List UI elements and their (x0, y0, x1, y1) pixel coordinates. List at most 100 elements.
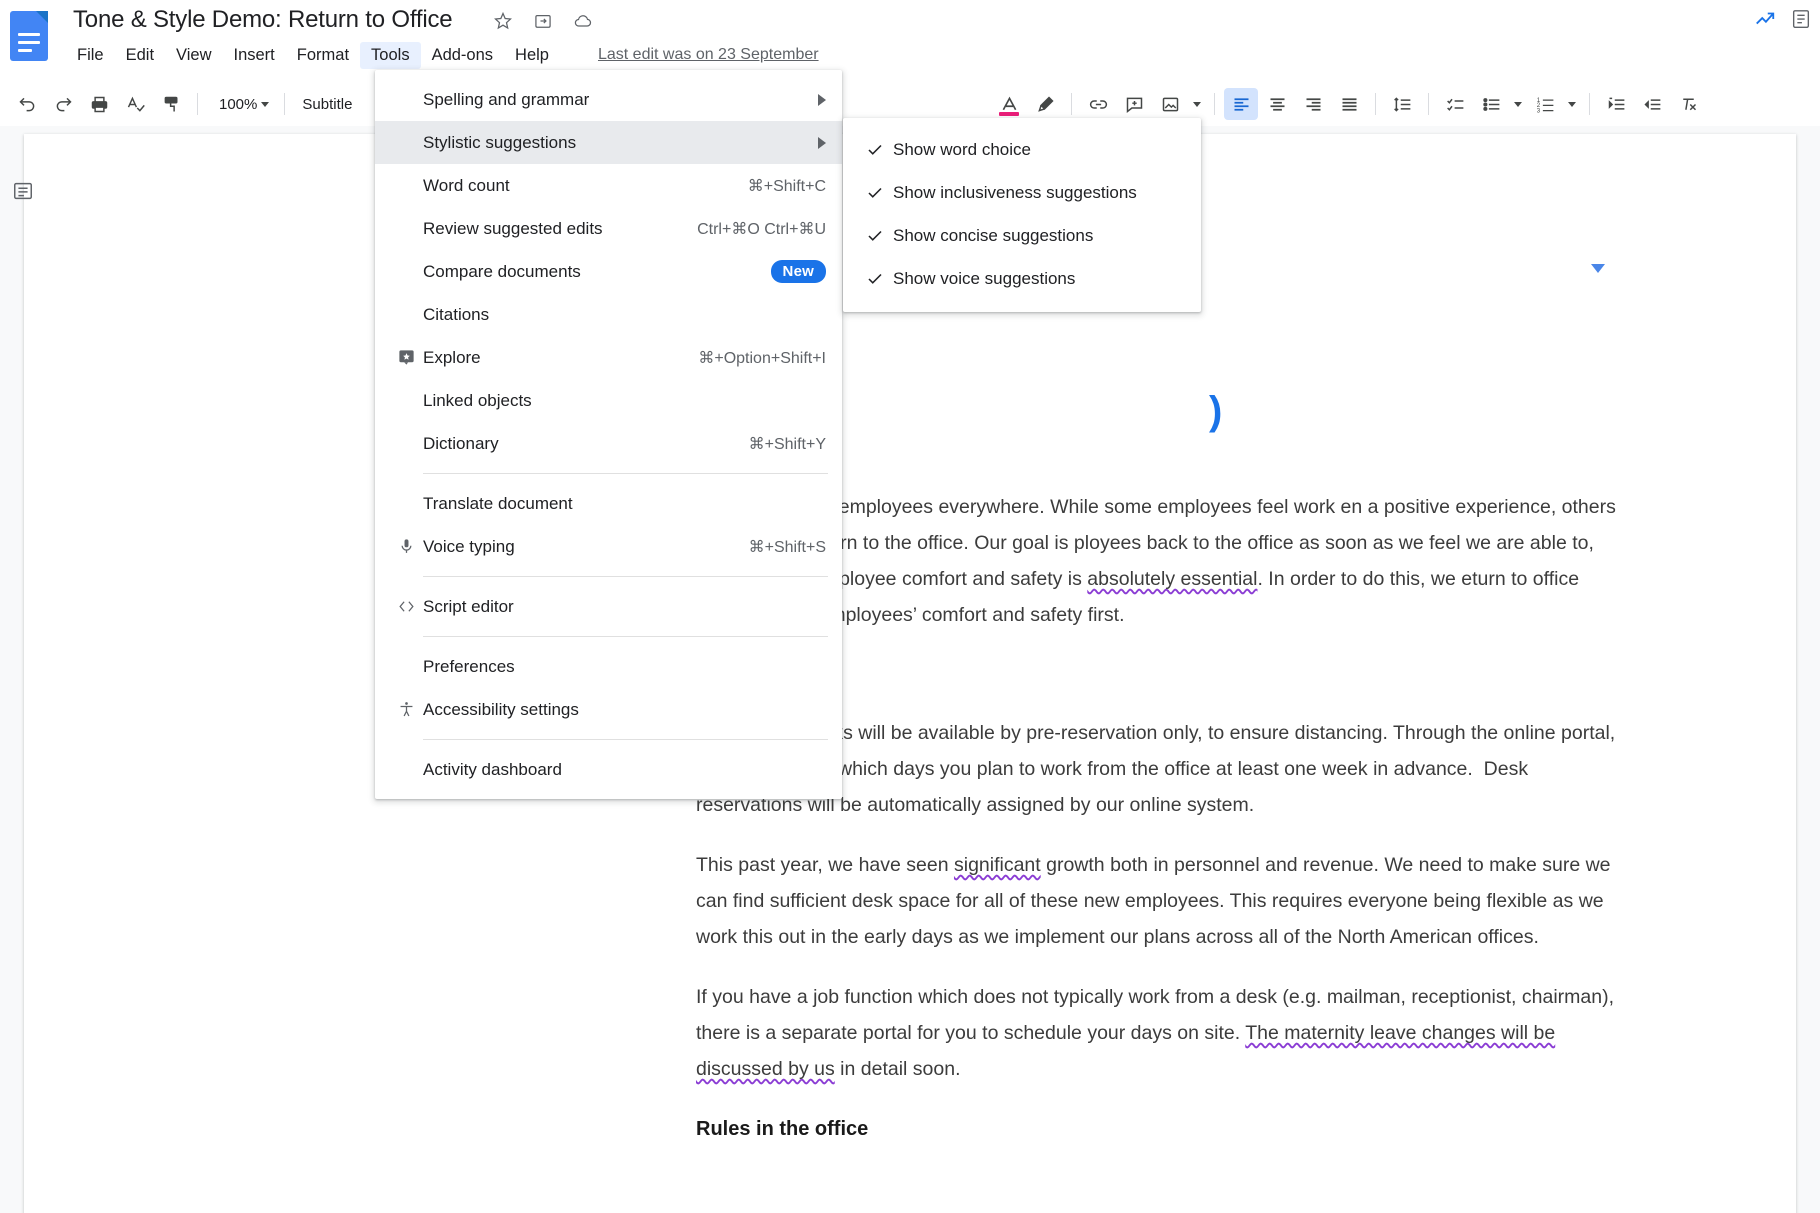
status-badge-new: New (771, 260, 826, 283)
check-icon (857, 184, 893, 202)
check-icon (857, 227, 893, 245)
check-icon (857, 141, 893, 159)
highlight-color-icon[interactable] (1028, 88, 1062, 120)
menu-item-word-count[interactable]: Word count ⌘+Shift+C (375, 164, 842, 207)
insert-link-icon[interactable] (1081, 88, 1115, 120)
menu-item-dictionary[interactable]: Dictionary ⌘+Shift+Y (375, 422, 842, 465)
submenu-item-show-inclusiveness-suggestions[interactable]: Show inclusiveness suggestions (843, 171, 1201, 214)
menu-item-spelling-and-grammar[interactable]: Spelling and grammar (375, 78, 842, 121)
menu-item-review-suggested-edits[interactable]: Review suggested edits Ctrl+⌘O Ctrl+⌘U (375, 207, 842, 250)
menu-tools[interactable]: Tools (360, 42, 421, 69)
menu-item-compare-documents[interactable]: Compare documents New (375, 250, 842, 293)
menu-edit[interactable]: Edit (115, 42, 165, 69)
toolbar-divider (1589, 93, 1590, 115)
menu-item-label: Stylistic suggestions (423, 133, 798, 153)
insert-image-icon[interactable] (1153, 88, 1187, 120)
top-bar: Tone & Style Demo: Return to Office File… (0, 0, 1820, 82)
spellcheck-icon[interactable] (118, 88, 152, 120)
decrease-indent-icon[interactable] (1599, 88, 1633, 120)
paragraph-style-selector[interactable]: Subtitle (294, 91, 360, 118)
top-right-icons (1754, 8, 1812, 30)
menu-item-label: Spelling and grammar (423, 90, 798, 110)
menu-item-label: Compare documents (423, 262, 751, 282)
menu-help[interactable]: Help (504, 42, 560, 69)
section-heading-2: Rules in the office (696, 1111, 1621, 1147)
undo-icon[interactable] (10, 88, 44, 120)
menu-item-label: Preferences (423, 657, 826, 677)
menu-item-activity-dashboard[interactable]: Activity dashboard (375, 748, 842, 791)
menu-addons[interactable]: Add-ons (421, 42, 504, 69)
add-comment-icon[interactable] (1117, 88, 1151, 120)
google-docs-window: Tone & Style Demo: Return to Office File… (0, 0, 1820, 1213)
comment-history-icon[interactable] (1790, 8, 1812, 30)
toolbar-divider (1375, 93, 1376, 115)
menu-item-label: Citations (423, 305, 826, 325)
align-center-icon[interactable] (1260, 88, 1294, 120)
submenu-item-label: Show word choice (893, 140, 1031, 160)
bulleted-list-icon[interactable] (1474, 88, 1508, 120)
align-left-icon[interactable] (1224, 88, 1258, 120)
star-icon[interactable] (492, 10, 514, 32)
redo-icon[interactable] (46, 88, 80, 120)
chevron-down-icon (261, 102, 269, 107)
paint-format-icon[interactable] (154, 88, 188, 120)
menu-insert[interactable]: Insert (223, 42, 286, 69)
chevron-down-icon (1568, 102, 1576, 107)
toolbar-divider (1428, 93, 1429, 115)
ruler-indent-marker[interactable] (1591, 264, 1605, 273)
menu-item-preferences[interactable]: Preferences (375, 645, 842, 688)
menu-item-label: Voice typing (423, 537, 729, 557)
page-title[interactable]: Tone & Style Demo: Return to Office (73, 6, 452, 34)
clear-formatting-icon[interactable] (1671, 88, 1705, 120)
move-folder-icon[interactable] (532, 10, 554, 32)
bulleted-list-dropdown[interactable] (1510, 88, 1526, 120)
insert-image-dropdown[interactable] (1189, 88, 1205, 120)
line-spacing-icon[interactable] (1385, 88, 1419, 120)
print-icon[interactable] (82, 88, 116, 120)
numbered-list-icon[interactable]: 123 (1528, 88, 1562, 120)
activity-trending-icon[interactable] (1754, 8, 1776, 30)
submenu-item-show-voice-suggestions[interactable]: Show voice suggestions (843, 257, 1201, 300)
menu-item-translate-document[interactable]: Translate document (375, 482, 842, 525)
numbered-list-dropdown[interactable] (1564, 88, 1580, 120)
menu-item-linked-objects[interactable]: Linked objects (375, 379, 842, 422)
text-color-icon[interactable] (992, 88, 1026, 120)
menu-item-explore[interactable]: Explore ⌘+Option+Shift+I (375, 336, 842, 379)
check-icon (857, 270, 893, 288)
menu-view[interactable]: View (165, 42, 222, 69)
submenu-arrow-icon (818, 94, 826, 106)
menu-item-accessibility-settings[interactable]: Accessibility settings (375, 688, 842, 731)
docs-logo-icon[interactable] (10, 11, 48, 61)
last-edit-link[interactable]: Last edit was on 23 September (598, 46, 819, 64)
stylistic-suggestion-2[interactable]: significant (954, 854, 1041, 876)
document-outline-icon[interactable] (8, 176, 38, 206)
align-right-icon[interactable] (1296, 88, 1330, 120)
menu-item-label: Script editor (423, 597, 826, 617)
align-justify-icon[interactable] (1332, 88, 1366, 120)
menu-item-script-editor[interactable]: Script editor (375, 585, 842, 628)
svg-text:3: 3 (1537, 107, 1541, 114)
menu-divider (423, 473, 828, 474)
submenu-item-show-concise-suggestions[interactable]: Show concise suggestions (843, 214, 1201, 257)
zoom-selector[interactable]: 100% (213, 92, 275, 117)
menu-item-stylistic-suggestions[interactable]: Stylistic suggestions (375, 121, 842, 164)
menu-file[interactable]: File (66, 42, 115, 69)
menu-item-shortcut: ⌘+Shift+Y (749, 434, 826, 454)
menu-item-citations[interactable]: Citations (375, 293, 842, 336)
menu-item-shortcut: Ctrl+⌘O Ctrl+⌘U (697, 219, 826, 239)
increase-indent-icon[interactable] (1635, 88, 1669, 120)
menu-item-label: Activity dashboard (423, 760, 826, 780)
text-color-swatch (999, 112, 1019, 116)
stylistic-suggestions-submenu: Show word choice Show inclusiveness sugg… (843, 118, 1201, 312)
menu-item-voice-typing[interactable]: Voice typing ⌘+Shift+S (375, 525, 842, 568)
toolbar-divider (284, 93, 285, 115)
cloud-saved-icon[interactable] (572, 10, 594, 32)
submenu-item-show-word-choice[interactable]: Show word choice (843, 128, 1201, 171)
checklist-icon[interactable] (1438, 88, 1472, 120)
menu-format[interactable]: Format (286, 42, 360, 69)
stylistic-suggestion-3[interactable]: The maternity leave changes will be disc… (696, 1022, 1555, 1080)
stylistic-suggestion-1[interactable]: absolutely essential (1087, 568, 1257, 590)
menu-divider (423, 636, 828, 637)
decorative-text-fragment: ) (1209, 389, 1243, 433)
toolbar-divider (1214, 93, 1215, 115)
